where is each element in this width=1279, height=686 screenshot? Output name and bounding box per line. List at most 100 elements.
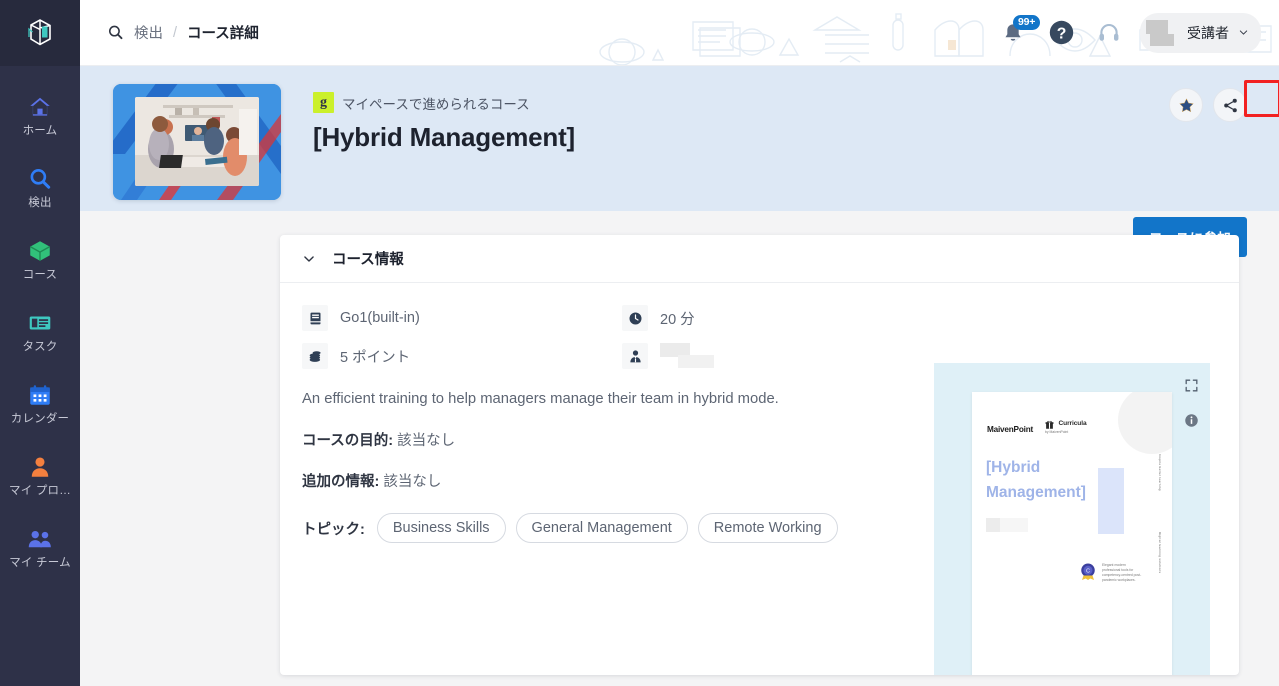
meta-owner-redacted-value — [660, 343, 732, 369]
user-tie-icon — [622, 343, 648, 369]
sidebar-item-label: コース — [22, 269, 58, 281]
expand-preview-button[interactable] — [1181, 375, 1201, 395]
help-button[interactable]: ? — [1040, 12, 1082, 54]
sidebar-item-label: タスク — [22, 341, 58, 353]
coins-icon — [302, 343, 328, 369]
app-root: ホーム 検出 コース タスク カレンダー マイ プロ… マイ チーム 検出 / … — [0, 0, 1279, 686]
detail-additional-value: 該当なし — [383, 474, 442, 490]
breadcrumb-current: コース詳細 — [187, 26, 259, 42]
sidebar-item-label: マイ プロ… — [9, 485, 71, 497]
clock-icon-glyph — [629, 312, 641, 324]
detail-objective-key: コースの目的: — [302, 433, 394, 449]
meta-duration: 20 分 — [622, 305, 1239, 331]
course-hero-text: g マイペースで進められるコース [Hybrid Management] — [281, 84, 575, 211]
gift-icon — [1045, 420, 1054, 429]
notifications-button[interactable]: 99+ — [992, 12, 1041, 54]
hero-action-buttons — [1169, 88, 1247, 122]
topics-label: トピック: — [302, 521, 365, 538]
course-meta-grid: Go1(built-in) 20 分 5 ポイント — [302, 305, 1239, 369]
notification-badge: 99+ — [1013, 14, 1041, 30]
meta-provider: Go1(built-in) — [302, 305, 622, 331]
clock-icon — [622, 305, 648, 331]
preview-info-button[interactable] — [1181, 410, 1201, 430]
chevron-down-icon — [304, 255, 314, 262]
topic-chip[interactable]: Remote Working — [697, 513, 838, 543]
topic-chip[interactable]: General Management — [515, 513, 688, 543]
tasks-icon — [29, 316, 51, 330]
meta-points: 5 ポイント — [302, 343, 622, 369]
doc-brand-secondary: Curricula by MaivenPoint — [1045, 412, 1087, 434]
course-type-row: g マイペースで進められるコース — [313, 92, 575, 113]
sidebar-item-tasks[interactable]: タスク — [0, 296, 80, 368]
sidebar-item-my-team[interactable]: マイ チーム — [0, 512, 80, 584]
user-menu[interactable]: 受講者 — [1140, 12, 1261, 53]
preview-tools — [1181, 375, 1201, 430]
top-bar-actions: 99+ ? 受講者 — [992, 12, 1279, 54]
detail-objective-value: 該当なし — [397, 433, 456, 449]
course-thumbnail[interactable] — [113, 84, 281, 200]
home-icon — [30, 97, 50, 116]
search-icon — [108, 25, 123, 40]
cube-icon — [29, 241, 51, 261]
sidebar-nav-list: ホーム 検出 コース タスク カレンダー マイ プロ… マイ チーム — [0, 66, 80, 584]
svg-text:C: C — [1086, 569, 1090, 575]
course-hero: g マイペースで進められるコース [Hybrid Management] — [80, 66, 1279, 257]
sidebar-item-label: 検出 — [28, 197, 52, 209]
sidebar-item-label: ホーム — [22, 125, 58, 137]
people-icon — [28, 530, 51, 548]
course-type-label: マイペースで進められるコース — [342, 96, 530, 112]
breadcrumb-parent[interactable]: 検出 — [134, 22, 163, 43]
sidebar-item-calendar[interactable]: カレンダー — [0, 368, 80, 440]
user-tie-icon-glyph — [629, 349, 641, 362]
document-preview-panel: MaivenPoint Curricula by MaivenPoint [Hy… — [934, 363, 1210, 675]
question-mark-icon: ? — [1049, 20, 1073, 45]
user-role-label: 受講者 — [1187, 24, 1229, 41]
book-icon — [302, 305, 328, 331]
course-info-header[interactable]: コース情報 — [280, 235, 1239, 283]
share-icon — [1223, 98, 1237, 112]
app-logo[interactable] — [0, 0, 80, 66]
section-title: コース情報 — [332, 252, 404, 268]
search-icon — [30, 169, 51, 189]
sidebar-item-label: カレンダー — [10, 413, 70, 425]
share-button[interactable] — [1213, 88, 1247, 122]
page-title: [Hybrid Management] — [313, 122, 576, 152]
thumbnail-photo — [135, 97, 259, 186]
topic-chip[interactable]: Business Skills — [376, 513, 506, 543]
doc-redacted-line-2 — [1000, 518, 1028, 532]
sidebar-item-my-profile[interactable]: マイ プロ… — [0, 440, 80, 512]
breadcrumb: 検出 / コース詳細 — [80, 22, 259, 43]
detail-additional-key: 追加の情報: — [302, 474, 380, 490]
coins-icon-glyph — [309, 350, 321, 362]
sidebar-item-courses[interactable]: コース — [0, 224, 80, 296]
doc-brand-main: MaivenPoint — [987, 425, 1034, 434]
sidebar-item-home[interactable]: ホーム — [0, 80, 80, 152]
calendar-icon — [30, 385, 50, 405]
meeting-room-photo — [135, 97, 259, 186]
book-icon-glyph — [310, 312, 320, 324]
meta-points-value: 5 ポイント — [340, 349, 411, 366]
main-region: 検出 / コース詳細 99+ ? 受講者 g マイペースで進められるコース [H… — [80, 0, 1279, 686]
doc-vertical-text-1: Inspire better learning — [1158, 454, 1162, 491]
breadcrumb-separator: / — [173, 24, 178, 41]
info-icon — [1184, 413, 1198, 427]
meta-duration-value: 20 分 — [660, 311, 695, 328]
meta-provider-value: Go1(built-in) — [340, 310, 420, 326]
fullscreen-icon — [1185, 379, 1197, 391]
cube-box-logo-icon — [28, 19, 51, 46]
avatar — [1146, 18, 1178, 48]
sidebar-item-discover[interactable]: 検出 — [0, 152, 80, 224]
document-thumbnail[interactable]: MaivenPoint Curricula by MaivenPoint [Hy… — [972, 392, 1172, 675]
svg-text:?: ? — [1056, 25, 1066, 42]
sidebar: ホーム 検出 コース タスク カレンダー マイ プロ… マイ チーム — [0, 0, 80, 686]
support-button[interactable] — [1088, 12, 1130, 54]
doc-title: [Hybrid Management] — [986, 459, 1086, 501]
chevron-down-icon — [1239, 30, 1248, 35]
doc-brand-row: MaivenPoint Curricula by MaivenPoint — [987, 412, 1087, 434]
person-icon — [31, 457, 49, 477]
doc-decor-circle — [1118, 392, 1172, 454]
top-bar: 検出 / コース詳細 99+ ? 受講者 — [80, 0, 1279, 66]
doc-seal-icon: C — [1081, 563, 1095, 580]
favorite-button[interactable] — [1169, 88, 1203, 122]
star-icon — [1178, 97, 1194, 112]
